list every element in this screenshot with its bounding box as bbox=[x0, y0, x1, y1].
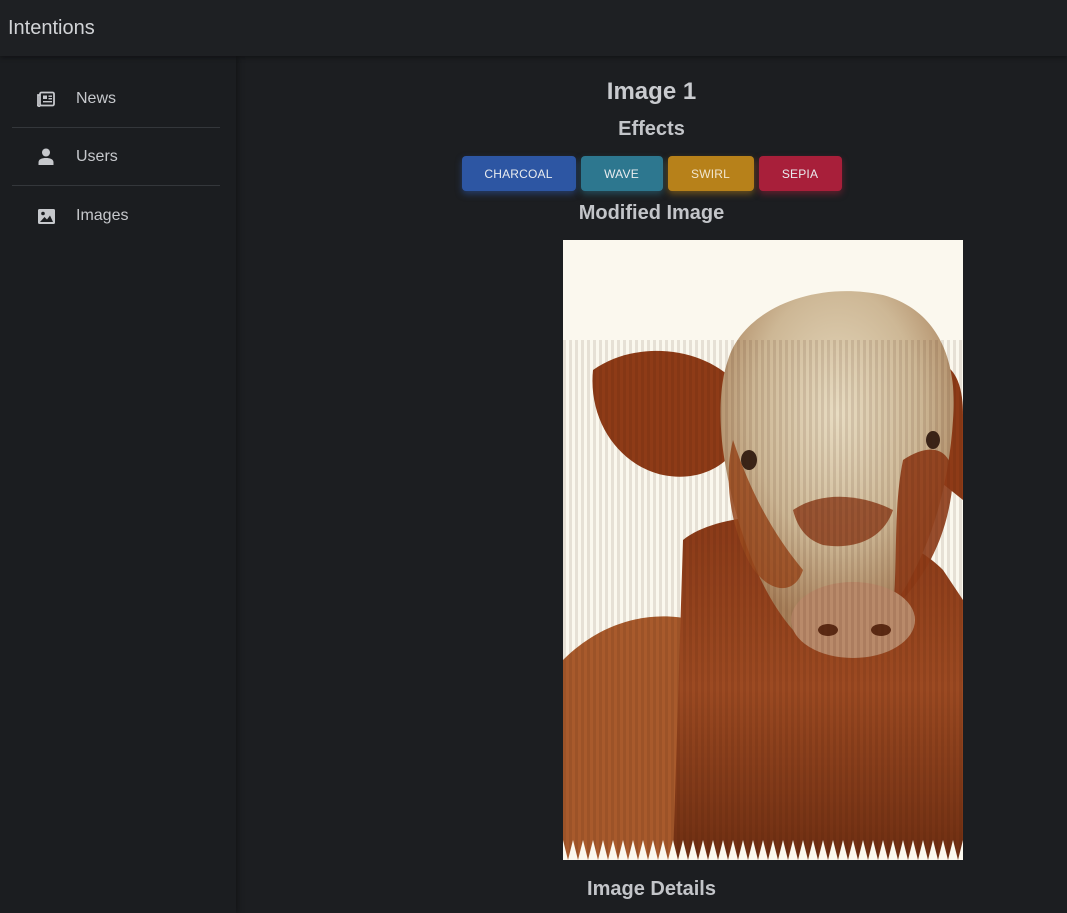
top-app-bar: Intentions bbox=[0, 0, 1067, 56]
effects-button-group: CHARCOAL WAVE SWIRL SEPIA bbox=[236, 156, 1067, 191]
cow-photo-illustration bbox=[563, 240, 963, 860]
effects-heading: Effects bbox=[618, 118, 685, 140]
person-icon bbox=[37, 148, 55, 166]
page-title: Image 1 bbox=[606, 78, 697, 105]
swirl-button[interactable]: SWIRL bbox=[667, 156, 754, 191]
app-root: Intentions News Users Images Image 1 Eff… bbox=[0, 0, 1067, 913]
sidebar: News Users Images bbox=[0, 56, 236, 913]
newspaper-icon bbox=[37, 90, 55, 108]
app-title: Intentions bbox=[8, 17, 95, 39]
wave-button[interactable]: WAVE bbox=[580, 156, 663, 191]
sidebar-item-label: Users bbox=[76, 147, 118, 165]
image-icon bbox=[37, 207, 55, 225]
main-content: Image 1 Effects CHARCOAL WAVE SWIRL SEPI… bbox=[236, 56, 1067, 913]
sidebar-item-images[interactable]: Images bbox=[12, 187, 220, 245]
charcoal-button[interactable]: CHARCOAL bbox=[461, 156, 576, 191]
sepia-button[interactable]: SEPIA bbox=[758, 156, 842, 191]
image-details-heading: Image Details bbox=[587, 878, 716, 900]
sidebar-item-label: Images bbox=[76, 207, 129, 224]
modified-image bbox=[563, 240, 963, 860]
modified-image-heading: Modified Image bbox=[578, 202, 725, 224]
sidebar-item-news[interactable]: News bbox=[12, 70, 220, 128]
sidebar-item-users[interactable]: Users bbox=[12, 128, 220, 186]
sidebar-item-label: News bbox=[76, 89, 117, 107]
